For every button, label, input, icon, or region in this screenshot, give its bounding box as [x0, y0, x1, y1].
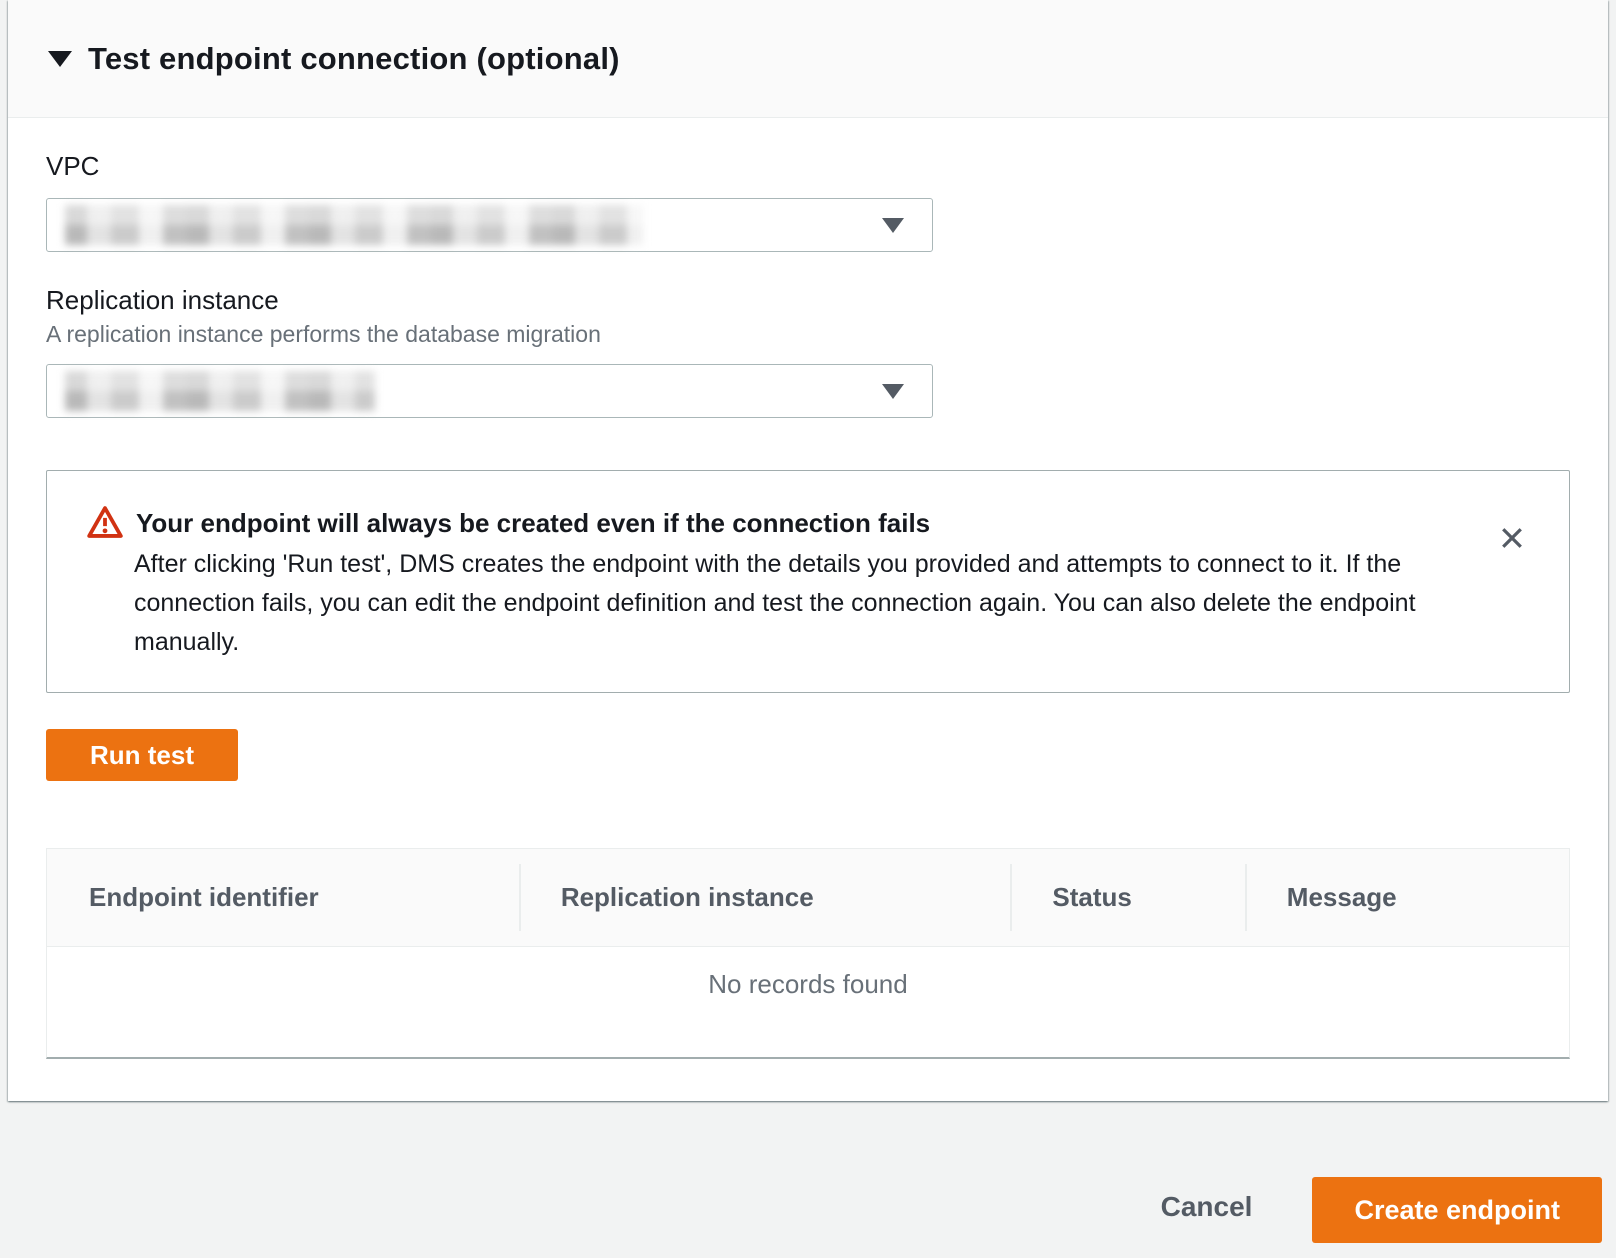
table-header-row: Endpoint identifier Replication instance…	[47, 849, 1569, 947]
vpc-selected-value-redacted	[65, 205, 643, 245]
vpc-select[interactable]	[46, 198, 933, 252]
alert-close-button[interactable]	[1495, 521, 1529, 555]
run-test-button[interactable]: Run test	[46, 729, 238, 781]
warning-triangle-icon	[86, 503, 124, 541]
cancel-button[interactable]: Cancel	[1161, 1191, 1253, 1223]
close-icon	[1497, 523, 1527, 553]
test-endpoint-connection-card: Test endpoint connection (optional) VPC …	[8, 0, 1608, 1101]
test-results-table: Endpoint identifier Replication instance…	[46, 848, 1570, 1059]
column-header-endpoint-identifier: Endpoint identifier	[47, 882, 519, 913]
column-header-message: Message	[1245, 882, 1569, 913]
triangle-down-icon	[882, 384, 904, 399]
column-header-status: Status	[1010, 882, 1244, 913]
alert-title: Your endpoint will always be created eve…	[136, 505, 930, 541]
alert-body: After clicking 'Run test', DMS creates t…	[134, 545, 1429, 662]
table-empty-state: No records found	[47, 947, 1569, 1057]
triangle-down-icon	[882, 218, 904, 233]
create-endpoint-button[interactable]: Create endpoint	[1312, 1177, 1602, 1243]
replication-instance-selected-value-redacted	[65, 371, 375, 411]
replication-instance-description: A replication instance performs the data…	[46, 321, 1570, 347]
warning-alert: Your endpoint will always be created eve…	[46, 470, 1570, 693]
column-header-replication-instance: Replication instance	[519, 882, 1011, 913]
vpc-label: VPC	[46, 151, 1570, 181]
replication-instance-label: Replication instance	[46, 285, 1570, 315]
collapse-triangle-icon	[48, 51, 72, 67]
replication-instance-select[interactable]	[46, 364, 933, 418]
section-title: Test endpoint connection (optional)	[88, 41, 620, 77]
section-content: VPC Replication instance A replication i…	[8, 151, 1608, 1101]
section-header-toggle[interactable]: Test endpoint connection (optional)	[8, 0, 1608, 118]
form-footer: Cancel Create endpoint	[0, 1101, 1616, 1258]
